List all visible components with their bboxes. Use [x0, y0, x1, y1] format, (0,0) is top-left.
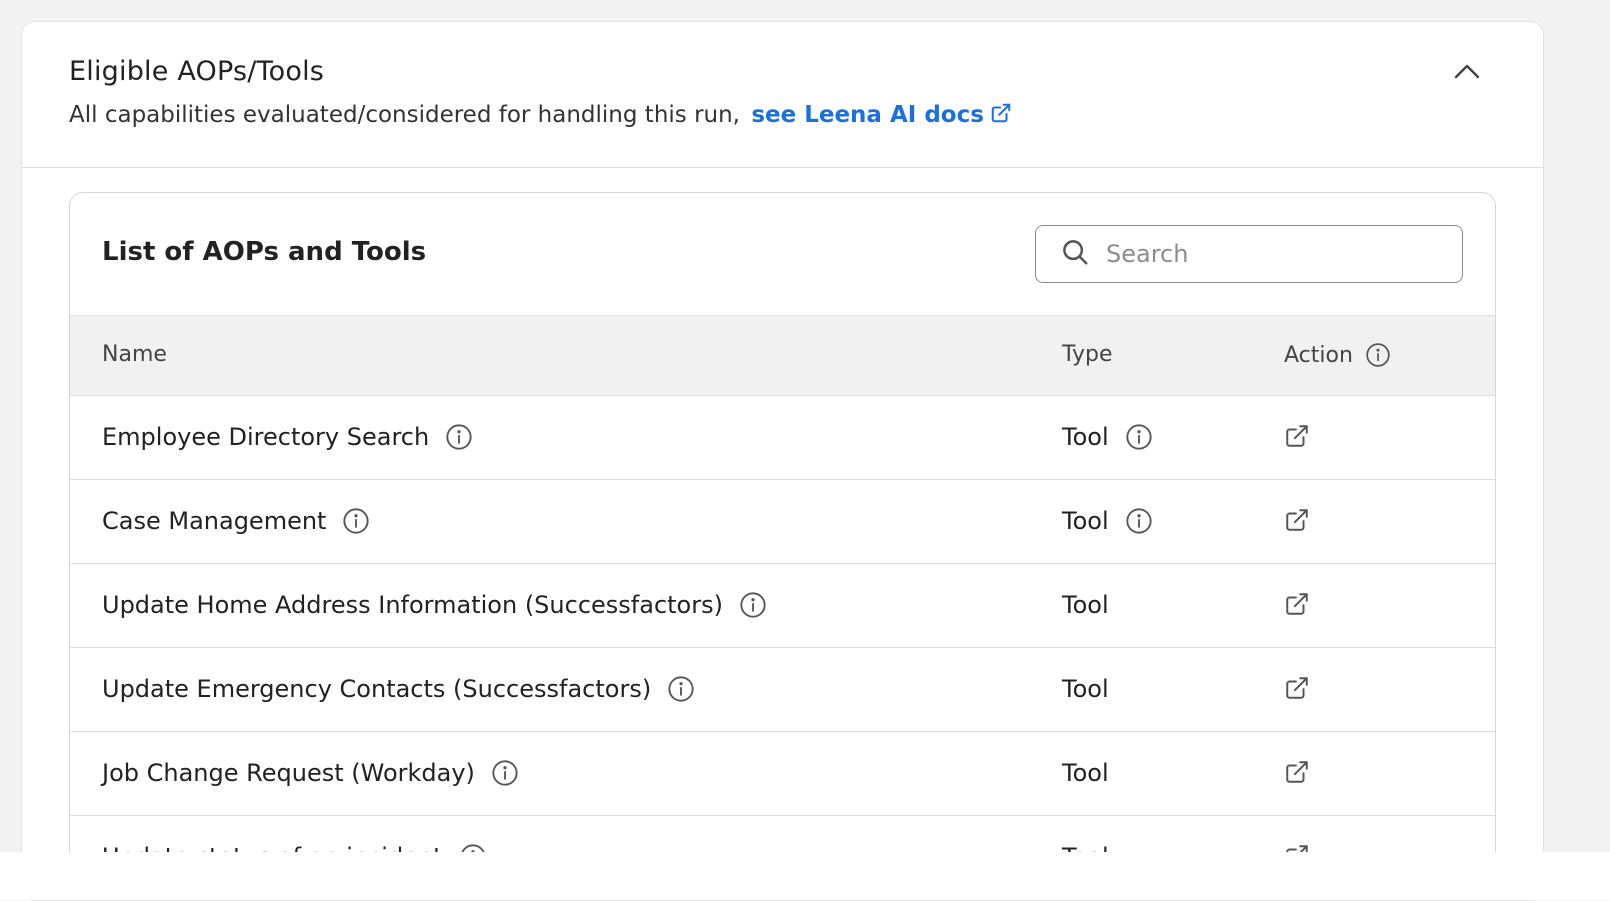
row-type-cell: Tool [1062, 591, 1109, 619]
row-type: Tool [1062, 507, 1109, 535]
row-type-cell: Tool [1062, 507, 1153, 535]
row-name: Case Management [102, 507, 327, 535]
table-row: Update Home Address Information (Success… [70, 564, 1495, 648]
info-icon[interactable] [445, 423, 473, 451]
open-external-icon[interactable] [1284, 759, 1310, 785]
row-action-cell [1284, 507, 1310, 533]
viewport-bottom-edge [0, 852, 1610, 900]
external-link-icon [990, 102, 1012, 130]
row-action-cell [1284, 591, 1310, 617]
row-name-cell: Job Change Request (Workday) [102, 759, 519, 787]
docs-link-label: see Leena AI docs [751, 102, 984, 128]
open-external-icon[interactable] [1284, 591, 1310, 617]
table-row: Job Change Request (Workday) Tool [70, 732, 1495, 816]
row-name-cell: Employee Directory Search [102, 423, 473, 451]
row-action-cell [1284, 675, 1310, 701]
card-header: Eligible AOPs/Tools All capabilities eva… [22, 22, 1543, 168]
table-row: Case Management Tool [70, 480, 1495, 564]
table-row: Update Emergency Contacts (Successfactor… [70, 648, 1495, 732]
row-type-cell: Tool [1062, 423, 1153, 451]
row-name-cell: Case Management [102, 507, 370, 535]
search-input[interactable] [1106, 240, 1436, 268]
info-icon[interactable] [1365, 342, 1391, 368]
row-name: Employee Directory Search [102, 423, 430, 451]
column-header-action-label: Action [1284, 342, 1353, 368]
panel-title: List of AOPs and Tools [102, 237, 427, 267]
search-box[interactable] [1035, 225, 1463, 283]
search-icon [1060, 237, 1090, 271]
subtitle-text: All capabilities evaluated/considered fo… [69, 102, 740, 128]
row-action-cell [1284, 423, 1310, 449]
info-icon[interactable] [739, 591, 767, 619]
eligible-tools-card: Eligible AOPs/Tools All capabilities eva… [21, 21, 1544, 901]
info-icon[interactable] [491, 759, 519, 787]
column-header-action: Action [1284, 342, 1391, 368]
info-icon[interactable] [1125, 423, 1153, 451]
open-external-icon[interactable] [1284, 507, 1310, 533]
table-row: Employee Directory Search Tool [70, 396, 1495, 480]
row-type: Tool [1062, 759, 1109, 787]
row-name: Job Change Request (Workday) [102, 759, 475, 787]
open-external-icon[interactable] [1284, 423, 1310, 449]
panel-header: List of AOPs and Tools [70, 193, 1495, 316]
open-external-icon[interactable] [1284, 675, 1310, 701]
info-icon[interactable] [667, 675, 695, 703]
info-icon[interactable] [1125, 507, 1153, 535]
info-icon[interactable] [342, 507, 370, 535]
row-type-cell: Tool [1062, 759, 1109, 787]
row-name: Update Home Address Information (Success… [102, 591, 723, 619]
section-subtitle: All capabilities evaluated/considered fo… [69, 102, 1012, 130]
row-name-cell: Update Home Address Information (Success… [102, 591, 767, 619]
row-type-cell: Tool [1062, 675, 1109, 703]
collapse-button[interactable] [1447, 54, 1487, 94]
section-title: Eligible AOPs/Tools [69, 56, 325, 87]
row-name-cell: Update Emergency Contacts (Successfactor… [102, 675, 695, 703]
tools-list-panel: List of AOPs and Tools Name Type Action … [69, 192, 1496, 900]
docs-link[interactable]: see Leena AI docs [751, 102, 1012, 128]
chevron-up-icon [1453, 62, 1481, 86]
table-body: Employee Directory Search Tool Case Mana… [70, 396, 1495, 900]
row-name: Update Emergency Contacts (Successfactor… [102, 675, 652, 703]
row-action-cell [1284, 759, 1310, 785]
row-type: Tool [1062, 591, 1109, 619]
column-header-name: Name [102, 342, 167, 367]
row-type: Tool [1062, 423, 1109, 451]
table-header: Name Type Action [70, 316, 1495, 396]
column-header-type: Type [1062, 342, 1113, 367]
row-type: Tool [1062, 675, 1109, 703]
